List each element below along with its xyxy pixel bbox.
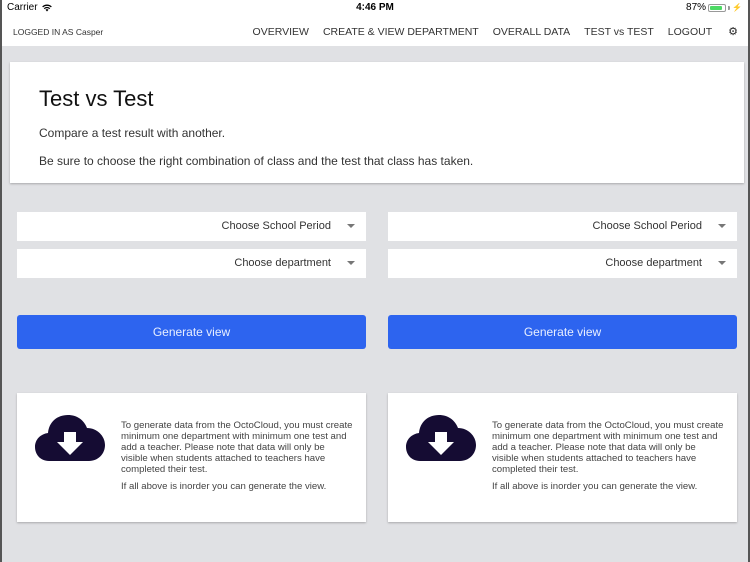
app-frame: Carrier 4:46 PM 87% ⚡ LOGGED IN AS Caspe…	[0, 0, 750, 562]
info-text: To generate data from the OctoCloud, you…	[121, 420, 353, 492]
info-card: To generate data from the OctoCloud, you…	[17, 393, 366, 522]
chevron-down-icon	[718, 261, 726, 265]
page-title: Test vs Test	[39, 86, 154, 111]
battery-percent: 87%	[686, 2, 707, 13]
info-paragraph: To generate data from the OctoCloud, you…	[121, 420, 353, 475]
status-bar: Carrier 4:46 PM 87% ⚡	[2, 0, 748, 16]
chevron-down-icon	[347, 224, 355, 228]
info-paragraph: To generate data from the OctoCloud, you…	[492, 420, 724, 475]
chevron-down-icon	[347, 261, 355, 265]
school-period-select[interactable]: Choose School Period	[388, 212, 737, 241]
charging-icon: ⚡	[732, 3, 742, 12]
department-select[interactable]: Choose department	[388, 249, 737, 278]
department-select[interactable]: Choose department	[17, 249, 366, 278]
intro-hint: Be sure to choose the right combination …	[39, 154, 474, 168]
nav-link-overall-data[interactable]: OVERALL DATA	[493, 26, 570, 38]
intro-description: Compare a test result with another.	[39, 126, 226, 140]
info-text: To generate data from the OctoCloud, you…	[492, 420, 724, 492]
nav-link-test-vs-test[interactable]: TEST vs TEST	[584, 26, 654, 38]
battery-tip	[728, 5, 731, 10]
school-period-placeholder: Choose School Period	[221, 220, 331, 232]
school-period-placeholder: Choose School Period	[592, 220, 702, 232]
cloud-download-icon	[35, 415, 105, 461]
battery-fill	[710, 5, 723, 10]
clock: 4:46 PM	[356, 2, 394, 13]
info-card: To generate data from the OctoCloud, you…	[388, 393, 737, 522]
info-paragraph-2: If all above is inorder you can generate…	[492, 481, 698, 492]
nav-link-create-view-department[interactable]: CREATE & VIEW DEPARTMENT	[323, 26, 479, 38]
logged-in-user: LOGGED IN AS Casper	[13, 27, 104, 37]
top-nav: LOGGED IN AS Casper OVERVIEW CREATE & VI…	[2, 16, 748, 46]
battery-info: 87% ⚡	[686, 2, 742, 13]
chevron-down-icon	[718, 224, 726, 228]
nav-links: OVERVIEW CREATE & VIEW DEPARTMENT OVERAL…	[253, 25, 738, 39]
comparison-column-right: Choose School Period Choose department G…	[388, 212, 737, 522]
cloud-download-icon	[406, 415, 476, 461]
department-placeholder: Choose department	[234, 257, 331, 269]
comparison-column-left: Choose School Period Choose department G…	[17, 212, 366, 522]
department-placeholder: Choose department	[605, 257, 702, 269]
info-paragraph-2: If all above is inorder you can generate…	[121, 481, 327, 492]
school-period-select[interactable]: Choose School Period	[17, 212, 366, 241]
nav-link-logout[interactable]: LOGOUT	[668, 26, 712, 38]
generate-view-button[interactable]: Generate view	[17, 315, 366, 349]
battery-icon	[708, 3, 727, 12]
intro-card: Test vs Test Compare a test result with …	[10, 62, 744, 183]
nav-link-overview[interactable]: OVERVIEW	[253, 26, 309, 38]
generate-view-button[interactable]: Generate view	[388, 315, 737, 349]
gear-icon[interactable]: ⚙	[728, 25, 738, 38]
